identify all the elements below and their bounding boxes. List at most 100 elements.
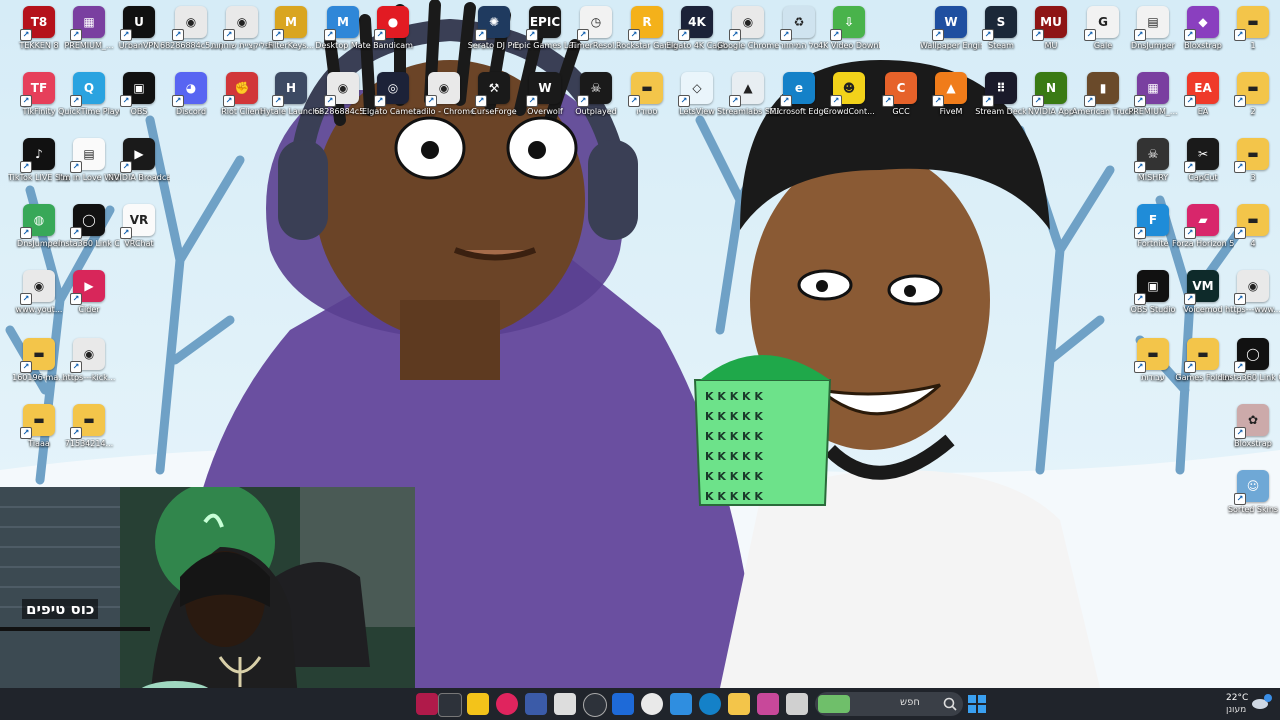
folder-4-icon: ▬ ↗ bbox=[1234, 204, 1269, 239]
obs-studio-icon: ▣ ↗ bbox=[1134, 270, 1169, 305]
serato-icon: ✺ ↗ bbox=[475, 6, 510, 41]
shortcut-arrow-icon: ↗ bbox=[1184, 227, 1196, 239]
shortcut-arrow-icon: ↗ bbox=[526, 29, 538, 41]
desktop-icon-sorted-skins[interactable]: ☺ ↗ Sorted Skins bbox=[1222, 470, 1280, 515]
folder-2-icon: ▬ ↗ bbox=[1234, 72, 1269, 107]
shortcut-arrow-icon: ↗ bbox=[425, 95, 437, 107]
chrome-file-2-glyph: ◉ bbox=[337, 81, 349, 95]
taskbar-explorer-icon[interactable] bbox=[728, 693, 750, 715]
desktop-icon-kick-link[interactable]: ◉ ↗ https---kick... bbox=[58, 338, 120, 383]
dnsjumper-icon: ◍ ↗ bbox=[20, 204, 55, 239]
letsview-glyph: ◇ bbox=[692, 81, 702, 95]
shortcut-arrow-icon: ↗ bbox=[932, 95, 944, 107]
desktop-icon-nvidia-broadcast[interactable]: ▶↗NVIDIA Broadcast bbox=[108, 138, 170, 183]
taskbar-file-icon[interactable] bbox=[554, 693, 576, 715]
taskbar-store-icon[interactable] bbox=[670, 693, 692, 715]
shortcut-arrow-icon: ↗ bbox=[1134, 29, 1146, 41]
taskbar-obs-icon[interactable] bbox=[438, 693, 462, 717]
desktop-icon-label: 71534214... bbox=[64, 439, 114, 448]
kick-link-icon: ◉ ↗ bbox=[70, 338, 105, 373]
desktop-screen: K K K K K K K K K K K K K K K K K K K K K … bbox=[0, 0, 1280, 720]
mishry-glyph: ☠ bbox=[1147, 147, 1159, 161]
desktop-icon-folder-7153[interactable]: ▬ ↗ 71534214... bbox=[58, 404, 120, 449]
curseforge-icon: ⚒ ↗ bbox=[475, 72, 510, 107]
nvidia-app-icon: N ↗ bbox=[1032, 72, 1067, 107]
shortcut-arrow-icon: ↗ bbox=[780, 95, 792, 107]
shortcut-arrow-icon: ↗ bbox=[272, 29, 284, 41]
shortcut-arrow-icon: ↗ bbox=[932, 29, 944, 41]
shortcut-arrow-icon: ↗ bbox=[475, 29, 487, 41]
desktop-icon-insta360-2[interactable]: ◯↗Insta360 Link Controller bbox=[1222, 338, 1280, 383]
desktop-icon-folder-2[interactable]: ▬ ↗ 2 bbox=[1222, 72, 1280, 117]
weather-temperature[interactable]: 22°C bbox=[1226, 693, 1248, 703]
hytale-icon: H ↗ bbox=[272, 72, 307, 107]
curseforge-glyph: ⚒ bbox=[488, 81, 500, 95]
shortcut-arrow-icon: ↗ bbox=[20, 29, 32, 41]
capcut-glyph: ✂ bbox=[1197, 147, 1209, 161]
shortcut-arrow-icon: ↗ bbox=[1234, 493, 1246, 505]
shortcut-arrow-icon: ↗ bbox=[475, 95, 487, 107]
desktop-icon-vrchat[interactable]: VR ↗ VRChat bbox=[108, 204, 170, 249]
taskbar-chrome-icon[interactable] bbox=[641, 693, 663, 715]
taskbar-copilot-icon[interactable] bbox=[757, 693, 779, 715]
youtube-link-glyph: ◉ bbox=[33, 279, 45, 293]
timerres-glyph: ◷ bbox=[590, 15, 602, 29]
urbanvpn-glyph: U bbox=[134, 15, 144, 29]
taskbar-cider-icon[interactable] bbox=[496, 693, 518, 715]
desktop-icon-label: VRChat bbox=[124, 239, 154, 248]
taskbar-notes-icon[interactable] bbox=[467, 693, 489, 715]
serato-glyph: ✺ bbox=[488, 15, 500, 29]
weather-description[interactable]: מעונן bbox=[1226, 705, 1246, 715]
vrchat-glyph: VR bbox=[129, 213, 149, 227]
desktop-icon-folder-3[interactable]: ▬ ↗ 3 bbox=[1222, 138, 1280, 183]
shortcut-arrow-icon: ↗ bbox=[1184, 293, 1196, 305]
desktop-icon-label: Bandicam bbox=[373, 41, 413, 50]
shortcut-arrow-icon: ↗ bbox=[729, 29, 741, 41]
desktop-icon-4k-video[interactable]: ⇩↗4K Video Downloader+ bbox=[818, 6, 880, 51]
fortnite-glyph: F bbox=[1148, 213, 1158, 227]
desktop-icon-bloxstrap-img[interactable]: ✿ ↗ Bloxstrap bbox=[1222, 404, 1280, 449]
shortcut-arrow-icon: ↗ bbox=[120, 161, 132, 173]
desktop-icon-folder-4[interactable]: ▬ ↗ 4 bbox=[1222, 204, 1280, 249]
mu-icon: MU ↗ bbox=[1032, 6, 1067, 41]
obs-file-glyph: ▣ bbox=[133, 81, 145, 95]
ea-icon: EA ↗ bbox=[1184, 72, 1219, 107]
quicktime-icon: Q ↗ bbox=[70, 72, 105, 107]
folder-work-icon: ▬ ↗ bbox=[1134, 338, 1169, 373]
desktop-icon-folder-1[interactable]: ▬ ↗ 1 bbox=[1222, 6, 1280, 51]
taskbar-edge-icon[interactable] bbox=[699, 693, 721, 715]
folder-games-glyph: ▬ bbox=[1197, 347, 1209, 361]
desktop-icon-cider[interactable]: ▶ ↗ Cider bbox=[58, 270, 120, 315]
desktop-icon-label: Cider bbox=[78, 305, 100, 314]
elgato-4k-icon: 4K ↗ bbox=[678, 6, 713, 41]
premium-1-glyph: ▦ bbox=[83, 15, 95, 29]
weather-cloud-icon[interactable] bbox=[1250, 693, 1274, 711]
folder-games-icon: ▬ ↗ bbox=[1184, 338, 1219, 373]
desktop-mate-glyph: M bbox=[337, 15, 349, 29]
svg-text:K K K K K: K K K K K bbox=[705, 490, 763, 503]
desktop-icon-label: 4K Video Downloader+ bbox=[818, 41, 880, 50]
desktop-icon-label: 4 bbox=[1250, 239, 1256, 248]
desktop-icon-bandicam[interactable]: ● ↗ Bandicam bbox=[362, 6, 424, 51]
svg-text:K K K K K: K K K K K bbox=[705, 450, 763, 463]
shortcut-arrow-icon: ↗ bbox=[1234, 427, 1246, 439]
sorted-skins-glyph: ☺ bbox=[1246, 479, 1260, 493]
windows-start-icon[interactable] bbox=[968, 695, 986, 713]
taskbar-streamdeck-icon[interactable] bbox=[525, 693, 547, 715]
chrome-app-1-glyph: ◉ bbox=[236, 15, 248, 29]
desktop-icon-chrome-link[interactable]: ◉ ↗ https---www... bbox=[1222, 270, 1280, 315]
taskbar-elgato-icon[interactable] bbox=[612, 693, 634, 715]
folder-4-glyph: ▬ bbox=[1247, 213, 1259, 227]
overwolf-glyph: W bbox=[538, 81, 552, 95]
tikfinity-icon: TF ↗ bbox=[20, 72, 55, 107]
folder-1-glyph: ▬ bbox=[1247, 15, 1259, 29]
taskbar-taskview-icon[interactable] bbox=[786, 693, 808, 715]
taskbar-chatgpt-icon[interactable] bbox=[583, 693, 607, 717]
overwolf-icon: W ↗ bbox=[526, 72, 561, 107]
folder-3-glyph: ▬ bbox=[1247, 147, 1259, 161]
filterkeys-icon: M ↗ bbox=[272, 6, 307, 41]
quicktime-glyph: Q bbox=[83, 81, 95, 95]
rockstar-glyph: R bbox=[642, 15, 652, 29]
taskbar-app-icon[interactable] bbox=[416, 693, 438, 715]
folder-tiaaa-icon: ▬ ↗ bbox=[20, 404, 55, 439]
